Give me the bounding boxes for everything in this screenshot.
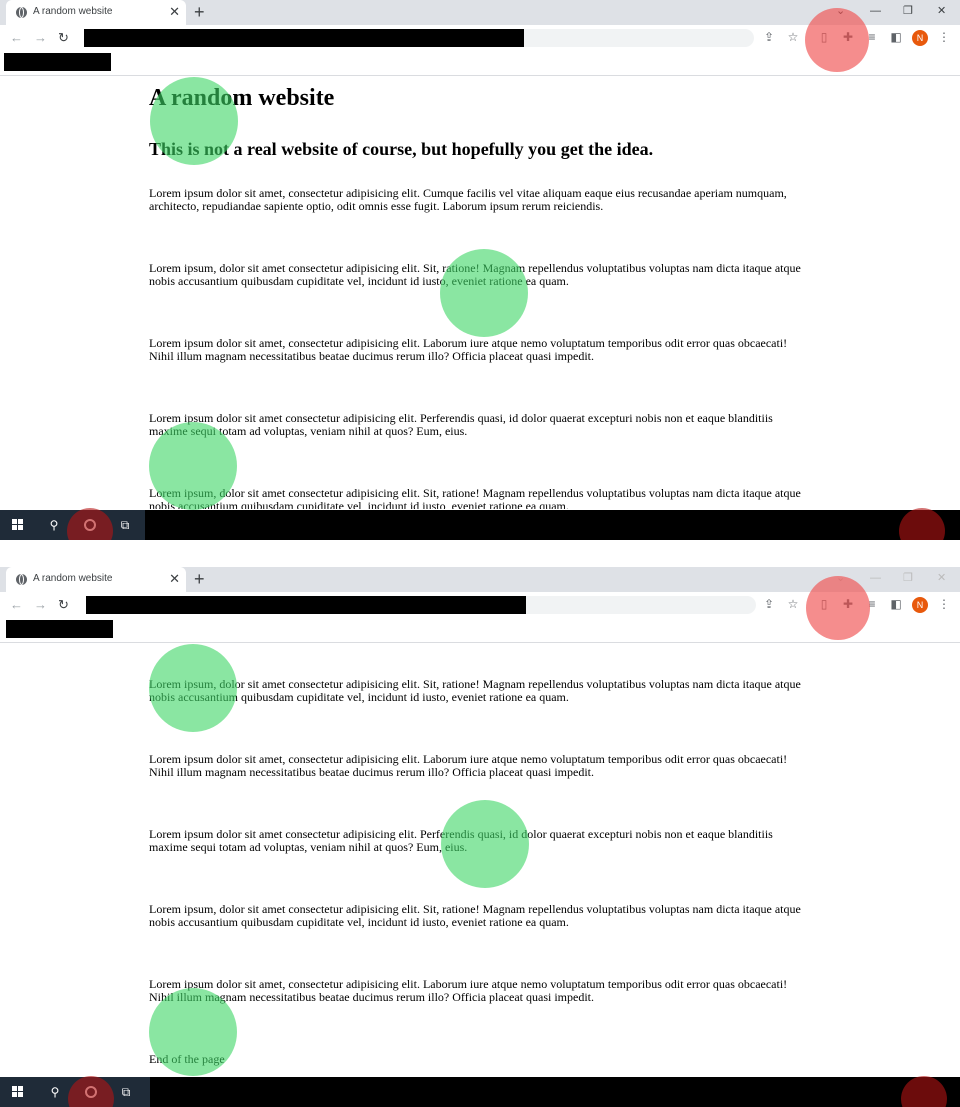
restore-button[interactable]: ❐ <box>903 4 913 18</box>
page-title: A random website <box>149 85 335 111</box>
tab-close-icon[interactable]: ✕ <box>169 4 180 19</box>
bookmarks-bar <box>0 619 960 643</box>
extensions-puzzle-icon[interactable]: ✚ <box>841 597 855 611</box>
share-icon[interactable]: ⇪ <box>762 597 776 611</box>
search-icon[interactable]: ⚲ <box>47 1084 63 1100</box>
browser-tab[interactable]: A random website ✕ <box>6 0 186 25</box>
redacted-url <box>84 29 524 47</box>
tab-strip: A random website ✕ + ⌄ — ❐ ✕ <box>0 0 960 25</box>
task-view-icon[interactable]: ⧉ <box>117 517 133 533</box>
back-arrow-icon[interactable]: ← <box>10 597 23 613</box>
tab-title: A random website <box>33 573 113 584</box>
back-arrow-icon[interactable]: ← <box>10 30 23 46</box>
kebab-menu-icon[interactable]: ⋮ <box>937 597 951 611</box>
search-icon[interactable]: ⚲ <box>46 517 62 533</box>
tab-close-icon[interactable]: ✕ <box>169 571 180 586</box>
close-window-button[interactable]: ✕ <box>937 571 946 585</box>
profile-avatar[interactable]: N <box>912 30 928 46</box>
paragraph: Lorem ipsum, dolor sit amet consectetur … <box>149 677 801 704</box>
redacted-bookmark <box>6 620 113 638</box>
browser-toolbar: ← → ↻ ⇪ ☆ ▯ ✚ ≡ ◧ N ⋮ <box>0 592 960 619</box>
paragraph: Lorem ipsum dolor sit amet, consectetur … <box>149 752 788 779</box>
tab-title: A random website <box>33 6 113 17</box>
new-tab-button[interactable]: + <box>194 1 205 23</box>
redacted-bookmark <box>4 53 111 71</box>
paragraph: Lorem ipsum dolor sit amet consectetur a… <box>149 827 773 854</box>
paragraph: Lorem ipsum, dolor sit amet consectetur … <box>149 486 801 510</box>
browser-toolbar: ← → ↻ ⇪ ☆ ▯ ✚ ≡ ◧ N ⋮ <box>0 25 960 52</box>
minimize-button[interactable]: — <box>870 4 881 18</box>
screenshot-bottom: A random website ✕ + ⌄ — ❐ ✕ ← → ↻ ⇪ ☆ ▯… <box>0 567 960 1107</box>
page-content: Lorem ipsum, dolor sit amet consectetur … <box>0 644 960 1077</box>
cortana-icon[interactable] <box>84 519 96 531</box>
extension-page-icon[interactable]: ▯ <box>817 30 831 44</box>
media-queue-icon[interactable]: ≡ <box>865 30 879 44</box>
address-bar[interactable] <box>86 596 756 614</box>
paragraph: Lorem ipsum dolor sit amet, consectetur … <box>149 336 788 363</box>
paragraph: Lorem ipsum dolor sit amet, consectetur … <box>149 977 788 1004</box>
profile-avatar[interactable]: N <box>912 597 928 613</box>
browser-tab[interactable]: A random website ✕ <box>6 567 186 592</box>
taskbar-left-panel: ⚲ ⧉ <box>0 510 145 540</box>
extension-page-icon[interactable]: ▯ <box>817 597 831 611</box>
bookmark-star-icon[interactable]: ☆ <box>786 30 800 44</box>
tab-strip: A random website ✕ + ⌄ — ❐ ✕ <box>0 567 960 592</box>
minimize-button[interactable]: — <box>870 571 881 585</box>
side-panel-icon[interactable]: ◧ <box>889 597 903 611</box>
side-panel-icon[interactable]: ◧ <box>889 30 903 44</box>
media-queue-icon[interactable]: ≡ <box>865 597 879 611</box>
taskbar-left-panel: ⚲ ⧉ <box>0 1077 150 1107</box>
paragraph: Lorem ipsum dolor sit amet, consectetur … <box>149 186 787 213</box>
reload-icon[interactable]: ↻ <box>58 597 69 613</box>
restore-button[interactable]: ❐ <box>903 571 913 585</box>
paragraph: Lorem ipsum dolor sit amet consectetur a… <box>149 411 773 438</box>
reload-icon[interactable]: ↻ <box>58 30 69 46</box>
screenshot-top: A random website ✕ + ⌄ — ❐ ✕ ← → ↻ ⇪ ☆ ▯… <box>0 0 960 540</box>
kebab-menu-icon[interactable]: ⋮ <box>937 30 951 44</box>
close-window-button[interactable]: ✕ <box>937 4 946 18</box>
cortana-icon[interactable] <box>85 1086 97 1098</box>
windows-start-icon[interactable] <box>12 1086 24 1098</box>
share-icon[interactable]: ⇪ <box>762 30 776 44</box>
page-subtitle: This is not a real website of course, bu… <box>149 139 654 159</box>
chevron-down-icon[interactable]: ⌄ <box>836 4 845 18</box>
globe-icon <box>16 574 27 585</box>
paragraph: Lorem ipsum, dolor sit amet consectetur … <box>149 261 801 288</box>
windows-start-icon[interactable] <box>12 519 24 531</box>
end-of-page-text: End of the page <box>149 1052 225 1066</box>
bookmark-star-icon[interactable]: ☆ <box>786 597 800 611</box>
redacted-url <box>86 596 526 614</box>
chevron-down-icon[interactable]: ⌄ <box>836 571 845 585</box>
extensions-puzzle-icon[interactable]: ✚ <box>841 30 855 44</box>
globe-icon <box>16 7 27 18</box>
taskbar: ⚲ ⧉ <box>0 510 960 540</box>
paragraph: Lorem ipsum, dolor sit amet consectetur … <box>149 902 801 929</box>
bookmarks-bar <box>0 52 960 76</box>
forward-arrow-icon[interactable]: → <box>34 30 47 46</box>
page-content: A random website This is not a real webs… <box>0 77 960 509</box>
taskbar: ⚲ ⧉ <box>0 1077 960 1107</box>
address-bar[interactable] <box>84 29 754 47</box>
task-view-icon[interactable]: ⧉ <box>118 1084 134 1100</box>
forward-arrow-icon[interactable]: → <box>34 597 47 613</box>
new-tab-button[interactable]: + <box>194 568 205 590</box>
